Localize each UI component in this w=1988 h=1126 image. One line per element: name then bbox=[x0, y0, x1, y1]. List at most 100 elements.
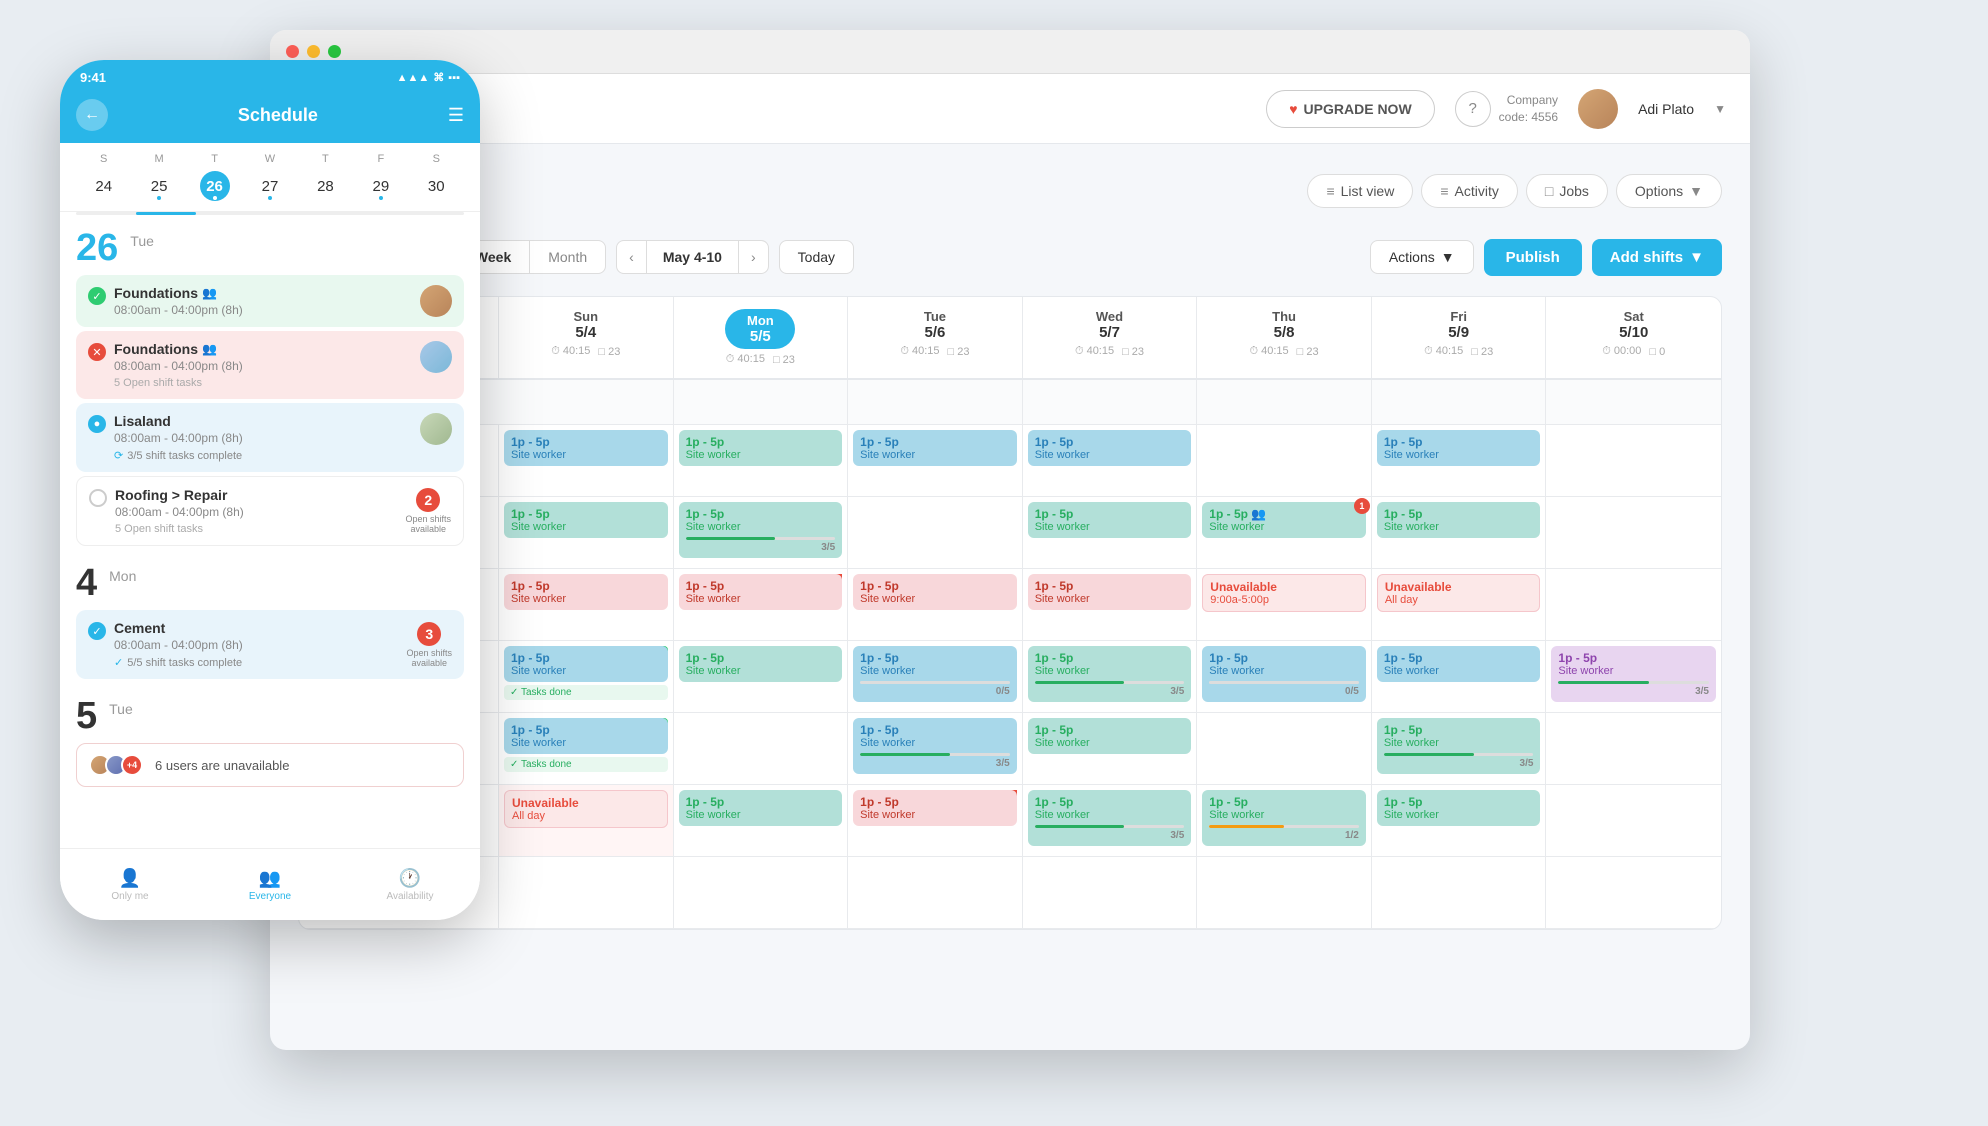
user-name: Adi Plato bbox=[1638, 101, 1694, 117]
jerome-tue[interactable]: 1p - 5p Site worker bbox=[848, 569, 1023, 640]
shift-tag: 1 1p - 5p 👥 Site worker bbox=[1202, 502, 1366, 538]
fri-meta: ⏱ 40:15 □ 23 bbox=[1382, 345, 1536, 358]
shift-tag: 1p - 5p Site worker bbox=[679, 430, 843, 466]
mike-sun[interactable]: 1p - 5p Site worker bbox=[499, 425, 674, 496]
nav-only-me[interactable]: 👤 Only me bbox=[60, 860, 200, 910]
mike-tue[interactable]: 1p - 5p Site worker bbox=[848, 425, 1023, 496]
close-button[interactable] bbox=[286, 45, 299, 58]
shift-cement[interactable]: ✓ Cement 08:00am - 04:00pm (8h) ✓ 5/5 sh… bbox=[76, 610, 464, 679]
luis-sun[interactable]: Unavailable All day bbox=[499, 785, 674, 856]
shift-tag: 1p - 5p Site worker 1/2 bbox=[1202, 790, 1366, 846]
shift-title-2: Foundations 👥 bbox=[114, 341, 412, 357]
lucas-thu[interactable]: 1p - 5p Site worker 0/5 bbox=[1197, 641, 1372, 712]
shift-check-green: ✓ bbox=[88, 287, 106, 305]
cal-date-29[interactable]: 29 bbox=[366, 171, 396, 201]
mario-mon[interactable]: 1p - 5p Site worker 3/5 bbox=[674, 497, 849, 568]
luis-fri[interactable]: 1p - 5p Site worker bbox=[1372, 785, 1547, 856]
publish-button[interactable]: Publish bbox=[1484, 239, 1582, 276]
options-button[interactable]: Options ▼ bbox=[1616, 174, 1722, 208]
month-btn[interactable]: Month bbox=[530, 241, 605, 273]
unavailable-row[interactable]: +4 6 users are unavailable bbox=[76, 743, 464, 787]
lucas-sun[interactable]: 1p - 5p Site worker ✓ Tasks done bbox=[499, 641, 674, 712]
shift-foundations-green[interactable]: ✓ Foundations 👥 08:00am - 04:00pm (8h) bbox=[76, 275, 464, 327]
minimize-button[interactable] bbox=[307, 45, 320, 58]
today-label: Today bbox=[798, 249, 835, 265]
jerome-fri[interactable]: Unavailable All day bbox=[1372, 569, 1547, 640]
cal-date-24[interactable]: 24 bbox=[89, 171, 119, 201]
mario-thu[interactable]: 1 1p - 5p 👥 Site worker bbox=[1197, 497, 1372, 568]
nav-availability[interactable]: 🕐 Availability bbox=[340, 860, 480, 910]
phone-bottom-nav: 👤 Only me 👥 Everyone 🕐 Availability bbox=[60, 848, 480, 920]
mario-fri[interactable]: 1p - 5p Site worker bbox=[1372, 497, 1547, 568]
mike-fri[interactable]: 1p - 5p Site worker bbox=[1372, 425, 1547, 496]
lucas-fri[interactable]: 1p - 5p Site worker bbox=[1372, 641, 1547, 712]
cal-date-30[interactable]: 30 bbox=[421, 171, 451, 201]
shift-tag: 1p - 5p Site worker bbox=[1377, 502, 1541, 538]
lucas-mon[interactable]: 1p - 5p Site worker bbox=[674, 641, 849, 712]
tue-day-name: Tue bbox=[858, 309, 1012, 324]
phone-menu-button[interactable]: ☰ bbox=[448, 105, 464, 126]
luis-thu[interactable]: 1p - 5p Site worker 1/2 bbox=[1197, 785, 1372, 856]
thu-meta: ⏱ 40:15 □ 23 bbox=[1207, 345, 1361, 358]
add-shifts-button[interactable]: Add shifts ▼ bbox=[1592, 239, 1722, 276]
lucas-sat[interactable]: 1p - 5p Site worker 3/5 bbox=[1546, 641, 1721, 712]
verna-sun[interactable]: 1p - 5p Site worker ✓ Tasks done bbox=[499, 713, 674, 784]
schedule-grid: View by employees ▼ Sun 5/4 ⏱ 40:15 □ 23 bbox=[298, 296, 1722, 930]
prev-week-button[interactable]: ‹ bbox=[617, 241, 646, 273]
mon-date: 5/5 bbox=[750, 328, 771, 345]
luis-tue[interactable]: 1p - 5p Site worker bbox=[848, 785, 1023, 856]
shift-tag: 1p - 5p Site worker bbox=[679, 574, 843, 610]
cal-date-26-today[interactable]: 26 bbox=[200, 171, 230, 201]
employee-row-mike: Mike Sanders ⏱ 30 □ 23 1p - 5p Site work… bbox=[299, 425, 1721, 497]
upgrade-button[interactable]: ♥ UPGRADE NOW bbox=[1266, 90, 1434, 128]
lucas-tue[interactable]: 1p - 5p Site worker 0/5 bbox=[848, 641, 1023, 712]
mario-wed[interactable]: 1p - 5p Site worker bbox=[1023, 497, 1198, 568]
luis-wed[interactable]: 1p - 5p Site worker 3/5 bbox=[1023, 785, 1198, 856]
mario-sun[interactable]: 1p - 5p Site worker bbox=[499, 497, 674, 568]
shift-check-cement: ✓ bbox=[88, 622, 106, 640]
help-icon[interactable]: ? bbox=[1455, 91, 1491, 127]
open-shift-sun bbox=[499, 380, 674, 424]
cal-date-25[interactable]: 25 bbox=[144, 171, 174, 201]
person-icon: 👤 bbox=[119, 868, 141, 889]
signal-icon: ▲▲▲ bbox=[397, 72, 430, 84]
today-button[interactable]: Today bbox=[779, 240, 854, 274]
nav-everyone[interactable]: 👥 Everyone bbox=[200, 860, 340, 910]
shift-roofing[interactable]: Roofing > Repair 08:00am - 04:00pm (8h) … bbox=[76, 476, 464, 546]
jobs-button[interactable]: □ Jobs bbox=[1526, 174, 1608, 208]
lucas-wed[interactable]: 1p - 5p Site worker 3/5 bbox=[1023, 641, 1198, 712]
open-shift-thu bbox=[1197, 380, 1372, 424]
maximize-button[interactable] bbox=[328, 45, 341, 58]
day-4-name: Mon bbox=[109, 568, 136, 584]
sat-date: 5/10 bbox=[1556, 324, 1711, 341]
back-button[interactable]: ← bbox=[76, 99, 108, 131]
user-chevron-icon[interactable]: ▼ bbox=[1714, 102, 1726, 116]
notification-badge: 1 bbox=[1354, 498, 1370, 514]
jerome-wed[interactable]: 1p - 5p Site worker bbox=[1023, 569, 1198, 640]
luis-mon[interactable]: 1p - 5p Site worker bbox=[674, 785, 849, 856]
top-nav-right: ♥ UPGRADE NOW ? Company code: 4556 Adi P… bbox=[1266, 89, 1726, 129]
mario-sat bbox=[1546, 497, 1721, 568]
activity-button[interactable]: ≡ Activity bbox=[1421, 174, 1518, 208]
group-icon-2: 👥 bbox=[202, 342, 217, 356]
list-view-button[interactable]: ≡ List view bbox=[1307, 174, 1413, 208]
cal-date-28[interactable]: 28 bbox=[310, 171, 340, 201]
next-week-button[interactable]: › bbox=[739, 241, 768, 273]
nav-everyone-label: Everyone bbox=[249, 891, 291, 902]
shift-cement-progress: ✓ 5/5 shift tasks complete bbox=[114, 656, 452, 669]
employee-row-jerome: Jerome Elliott ⏱ 45 □ 19 1p - 5p Site wo… bbox=[299, 569, 1721, 641]
mike-mon[interactable]: 1p - 5p Site worker bbox=[674, 425, 849, 496]
jerome-mon[interactable]: 1p - 5p Site worker bbox=[674, 569, 849, 640]
shift-foundations-red[interactable]: ✕ Foundations 👥 08:00am - 04:00pm (8h) 5… bbox=[76, 331, 464, 399]
jerome-sun[interactable]: 1p - 5p Site worker bbox=[499, 569, 674, 640]
verna-fri[interactable]: 1p - 5p Site worker 3/5 bbox=[1372, 713, 1547, 784]
mike-wed[interactable]: 1p - 5p Site worker bbox=[1023, 425, 1198, 496]
verna-tue[interactable]: 1p - 5p Site worker 3/5 bbox=[848, 713, 1023, 784]
shift-lisaland[interactable]: ● Lisaland 08:00am - 04:00pm (8h) ⟳ 3/5 … bbox=[76, 403, 464, 472]
actions-label: Actions bbox=[1389, 249, 1435, 265]
verna-wed[interactable]: 1p - 5p Site worker bbox=[1023, 713, 1198, 784]
actions-button[interactable]: Actions ▼ bbox=[1370, 240, 1474, 274]
jerome-thu[interactable]: Unavailable 9:00a-5:00p bbox=[1197, 569, 1372, 640]
cal-date-27[interactable]: 27 bbox=[255, 171, 285, 201]
shift-tag-unavail: Unavailable 9:00a-5:00p bbox=[1202, 574, 1366, 612]
